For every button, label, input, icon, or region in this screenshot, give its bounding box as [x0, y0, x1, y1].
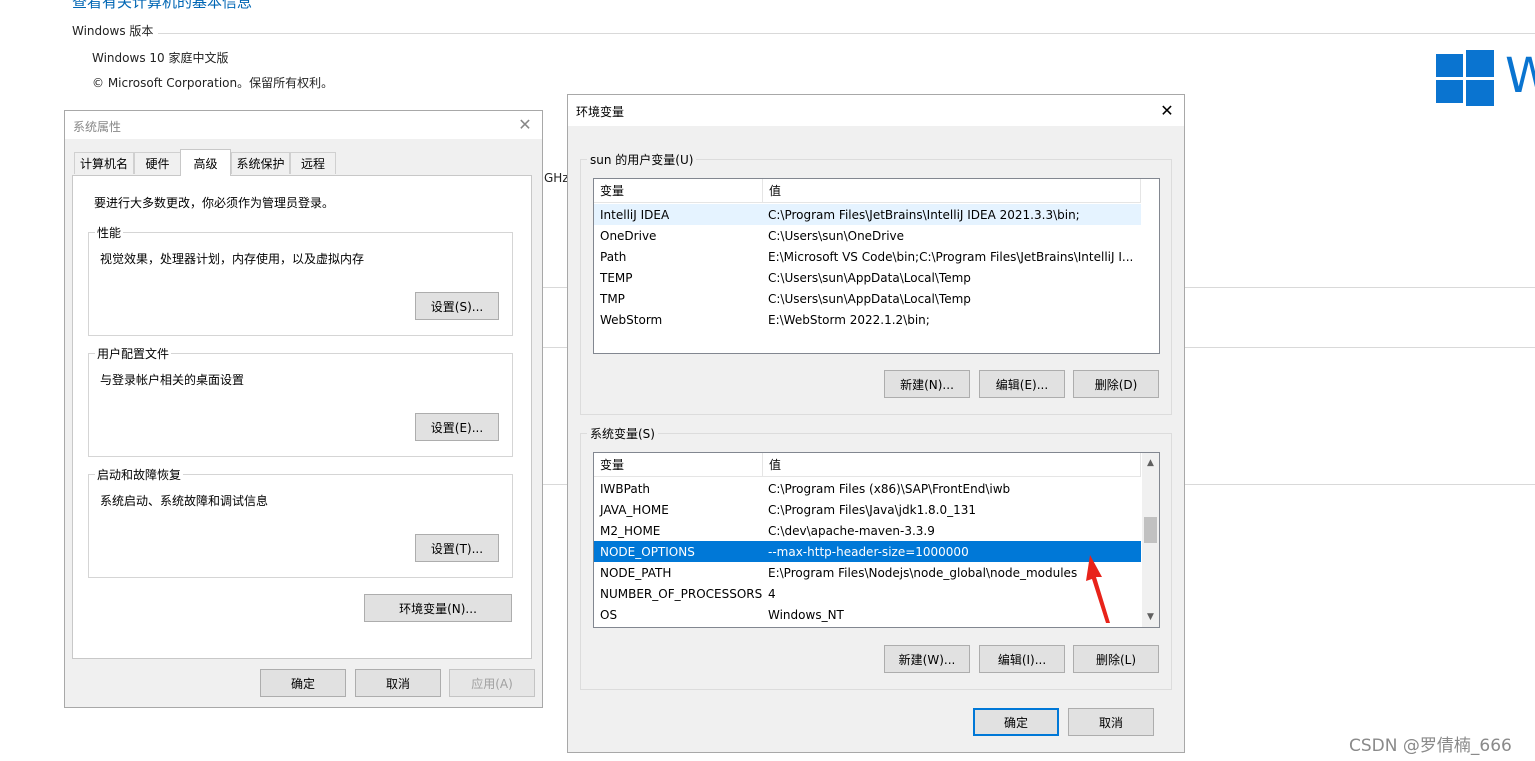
table-row[interactable]: OS Windows_NT — [594, 604, 1141, 625]
table-row[interactable]: IWBPath C:\Program Files (x86)\SAP\Front… — [594, 478, 1141, 499]
variable-name: OneDrive — [600, 228, 657, 243]
startup-recovery-desc: 系统启动、系统故障和调试信息 — [100, 494, 269, 508]
dialog-title: 系统属性 — [73, 120, 122, 134]
variable-name: NUMBER_OF_PROCESSORS — [600, 586, 762, 601]
windows-logo-icon — [1436, 50, 1494, 106]
variable-value: C:\dev\apache-maven-3.3.9 — [768, 523, 935, 538]
variable-value: C:\Users\sun\OneDrive — [768, 228, 905, 243]
variable-name: TMP — [600, 291, 625, 306]
variable-value: C:\Program Files\Java\jdk1.8.0_131 — [768, 502, 977, 517]
system-variables-label: 系统变量(S) — [587, 425, 658, 442]
table-row[interactable]: NUMBER_OF_PROCESSORS 4 — [594, 583, 1141, 604]
table-row[interactable]: Path E:\Microsoft VS Code\bin;C:\Program… — [594, 246, 1141, 267]
user-variables-label: sun 的用户变量(U) — [587, 151, 697, 168]
copyright-text: © Microsoft Corporation。保留所有权利。 — [92, 76, 334, 90]
tab-advanced[interactable]: 高级 — [180, 149, 231, 176]
processor-fragment: GHz — [544, 171, 569, 185]
variable-name: OS — [600, 607, 618, 622]
table-row[interactable]: WebStorm E:\WebStorm 2022.1.2\bin; — [594, 309, 1141, 330]
table-row[interactable]: OneDrive C:\Users\sun\OneDrive — [594, 225, 1141, 246]
tab-hardware[interactable]: 硬件 — [134, 152, 181, 174]
advanced-tab-panel: 要进行大多数更改，你必须作为管理员登录。 性能 视觉效果，处理器计划，内存使用，… — [72, 175, 532, 659]
variable-name: NODE_OPTIONS — [600, 544, 695, 559]
variable-name: TEMP — [600, 270, 633, 285]
variable-value: C:\Users\sun\AppData\Local\Temp — [768, 270, 971, 285]
page-heading: 查看有关计算机的基本信息 — [72, 0, 253, 11]
section-divider — [158, 33, 1535, 34]
env-cancel-button[interactable]: 取消 — [1068, 708, 1154, 736]
scroll-up-icon[interactable]: ▲ — [1142, 455, 1159, 472]
user-variables-list[interactable]: 变量 值 IntelliJ IDEA C:\Program Files\JetB… — [593, 178, 1160, 354]
scroll-down-icon[interactable]: ▼ — [1142, 609, 1159, 626]
performance-group: 性能 视觉效果，处理器计划，内存使用，以及虚拟内存 设置(S)... — [88, 224, 513, 336]
user-profiles-label: 用户配置文件 — [95, 345, 172, 362]
system-delete-button[interactable]: 删除(L) — [1073, 645, 1159, 673]
system-edit-button[interactable]: 编辑(I)... — [979, 645, 1065, 673]
variable-name: NODE_PATH — [600, 565, 672, 580]
title-bar: 环境变量 ✕ — [568, 95, 1184, 126]
column-header-value[interactable]: 值 — [763, 453, 1141, 477]
startup-recovery-label: 启动和故障恢复 — [95, 466, 184, 483]
table-row[interactable]: NODE_PATH E:\Program Files\Nodejs\node_g… — [594, 562, 1141, 583]
sysprops-apply-button[interactable]: 应用(A) — [449, 669, 535, 697]
tab-computer-name[interactable]: 计算机名 — [74, 152, 134, 174]
startup-recovery-settings-button[interactable]: 设置(T)... — [415, 534, 499, 562]
variable-value: C:\Users\sun\AppData\Local\Temp — [768, 291, 971, 306]
tab-system-protection[interactable]: 系统保护 — [231, 152, 290, 174]
column-header-variable[interactable]: 变量 — [594, 179, 763, 203]
column-header-value[interactable]: 值 — [763, 179, 1141, 203]
windows-logo-letter: W — [1505, 48, 1535, 104]
windows-edition-section-title: Windows 版本 — [72, 24, 154, 38]
variable-value: E:\WebStorm 2022.1.2\bin; — [768, 312, 930, 327]
table-row-selected[interactable]: NODE_OPTIONS --max-http-header-size=1000… — [594, 541, 1141, 562]
performance-label: 性能 — [95, 224, 124, 241]
annotation-arrow-icon — [1086, 555, 1110, 623]
list-header: 变量 值 — [594, 453, 1141, 477]
list-header: 变量 值 — [594, 179, 1141, 203]
close-icon[interactable]: ✕ — [1150, 95, 1184, 126]
windows-edition-text: Windows 10 家庭中文版 — [92, 51, 229, 65]
dialog-title: 环境变量 — [576, 105, 625, 119]
variable-name: Path — [600, 249, 627, 264]
user-profiles-settings-button[interactable]: 设置(E)... — [415, 413, 499, 441]
variable-name: IWBPath — [600, 481, 650, 496]
system-new-button[interactable]: 新建(W)... — [884, 645, 970, 673]
scroll-thumb[interactable] — [1144, 517, 1157, 543]
variable-value: E:\Microsoft VS Code\bin;C:\Program File… — [768, 249, 1134, 264]
variable-name: M2_HOME — [600, 523, 661, 538]
user-profiles-group: 用户配置文件 与登录帐户相关的桌面设置 设置(E)... — [88, 345, 513, 457]
table-row[interactable]: JAVA_HOME C:\Program Files\Java\jdk1.8.0… — [594, 499, 1141, 520]
variable-value: C:\Program Files\JetBrains\IntelliJ IDEA… — [768, 207, 1080, 222]
variable-name: JAVA_HOME — [600, 502, 669, 517]
variable-value: C:\Program Files (x86)\SAP\FrontEnd\iwb — [768, 481, 1011, 496]
variable-name: WebStorm — [600, 312, 663, 327]
sysprops-cancel-button[interactable]: 取消 — [355, 669, 441, 697]
table-row[interactable]: M2_HOME C:\dev\apache-maven-3.3.9 — [594, 520, 1141, 541]
performance-settings-button[interactable]: 设置(S)... — [415, 292, 499, 320]
user-profiles-desc: 与登录帐户相关的桌面设置 — [100, 373, 245, 387]
user-new-button[interactable]: 新建(N)... — [884, 370, 970, 398]
table-row[interactable]: IntelliJ IDEA C:\Program Files\JetBrains… — [594, 204, 1141, 225]
env-ok-button[interactable]: 确定 — [973, 708, 1059, 736]
variable-name: IntelliJ IDEA — [600, 207, 670, 222]
admin-note: 要进行大多数更改，你必须作为管理员登录。 — [94, 196, 335, 210]
user-edit-button[interactable]: 编辑(E)... — [979, 370, 1065, 398]
user-delete-button[interactable]: 删除(D) — [1073, 370, 1159, 398]
table-row[interactable]: TEMP C:\Users\sun\AppData\Local\Temp — [594, 267, 1141, 288]
close-icon[interactable]: ✕ — [508, 111, 542, 139]
system-variables-list[interactable]: 变量 值 IWBPath C:\Program Files (x86)\SAP\… — [593, 452, 1160, 628]
tab-remote[interactable]: 远程 — [290, 152, 336, 174]
sysprops-ok-button[interactable]: 确定 — [260, 669, 346, 697]
watermark-text: CSDN @罗倩楠_666 — [1349, 736, 1512, 756]
title-bar: 系统属性 ✕ — [65, 111, 542, 139]
environment-variables-button[interactable]: 环境变量(N)... — [364, 594, 512, 622]
column-header-variable[interactable]: 变量 — [594, 453, 763, 477]
performance-desc: 视觉效果，处理器计划，内存使用，以及虚拟内存 — [100, 252, 365, 266]
table-row[interactable]: TMP C:\Users\sun\AppData\Local\Temp — [594, 288, 1141, 309]
startup-recovery-group: 启动和故障恢复 系统启动、系统故障和调试信息 设置(T)... — [88, 466, 513, 578]
vertical-scrollbar[interactable]: ▲ ▼ — [1142, 453, 1159, 627]
